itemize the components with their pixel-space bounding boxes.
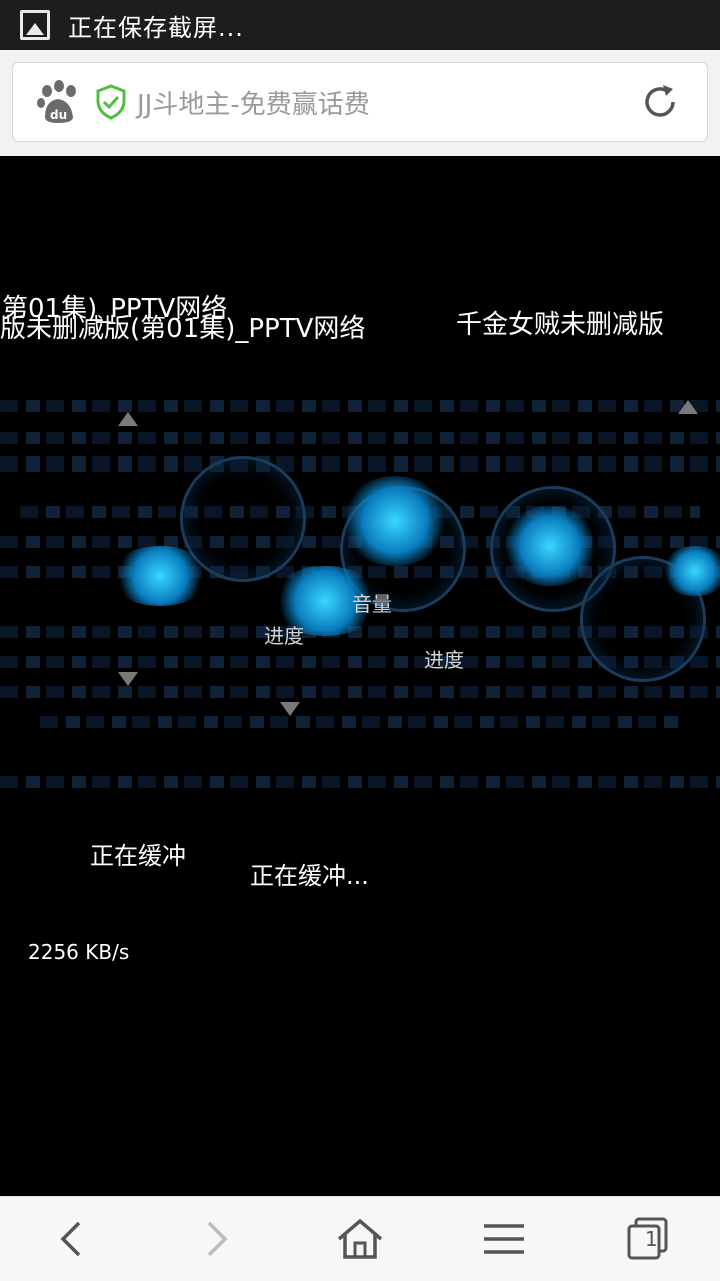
video-noise-band [0, 686, 720, 698]
download-speed: 2256 KB/s [28, 940, 130, 964]
reload-icon[interactable] [639, 81, 681, 123]
menu-button[interactable] [474, 1209, 534, 1269]
notification-text: 正在保存截屏... [68, 13, 244, 42]
page-title[interactable]: JJ斗地主-免费赢话费 [137, 84, 639, 121]
video-noise-band [0, 432, 720, 444]
home-icon [337, 1218, 383, 1259]
menu-icon [484, 1224, 524, 1254]
progress-label: 进度 [264, 624, 304, 648]
status-bar: 正在保存截屏... [0, 0, 720, 50]
video-noise-band [0, 456, 720, 472]
home-button[interactable] [330, 1209, 390, 1269]
arrow-up-icon [118, 412, 138, 426]
baidu-paw-icon[interactable]: du [35, 79, 81, 125]
arrow-down-icon [280, 702, 300, 716]
svg-text:du: du [50, 108, 67, 122]
buffering-text: 正在缓冲... [250, 862, 369, 890]
tabs-button[interactable]: 1 [618, 1209, 678, 1269]
video-noise-band [40, 716, 680, 728]
progress-label-2: 进度 [424, 648, 464, 672]
glow-effect [110, 546, 210, 606]
bottom-nav-bar: 1 [0, 1196, 720, 1281]
buffering-fragment: 正在缓冲 [90, 842, 186, 870]
video-player[interactable]: 第01集)_PPTV网络 版未删减版(第01集)_PPTV网络 千金女贼未删减版… [0, 156, 720, 1196]
back-button[interactable] [42, 1209, 102, 1269]
forward-button[interactable] [186, 1209, 246, 1269]
video-noise-band [0, 400, 720, 412]
browser-toolbar: du JJ斗地主-免费赢话费 [0, 50, 720, 156]
address-bar[interactable]: du JJ斗地主-免费赢话费 [12, 62, 708, 142]
chevron-left-icon [60, 1221, 81, 1257]
chevron-right-icon [207, 1221, 228, 1257]
arrow-up-icon [678, 400, 698, 414]
tab-count: 1 [645, 1227, 658, 1251]
glow-effect [500, 506, 600, 586]
video-title-right: 千金女贼未删减版 [456, 310, 665, 340]
arrow-down-icon [118, 672, 138, 686]
security-shield-icon [96, 84, 126, 120]
screenshot-image-icon [20, 10, 50, 40]
glow-effect [340, 476, 450, 566]
video-noise-band [0, 776, 720, 788]
volume-label: 音量 [352, 592, 392, 616]
video-title: 版未删减版(第01集)_PPTV网络 [0, 314, 366, 344]
